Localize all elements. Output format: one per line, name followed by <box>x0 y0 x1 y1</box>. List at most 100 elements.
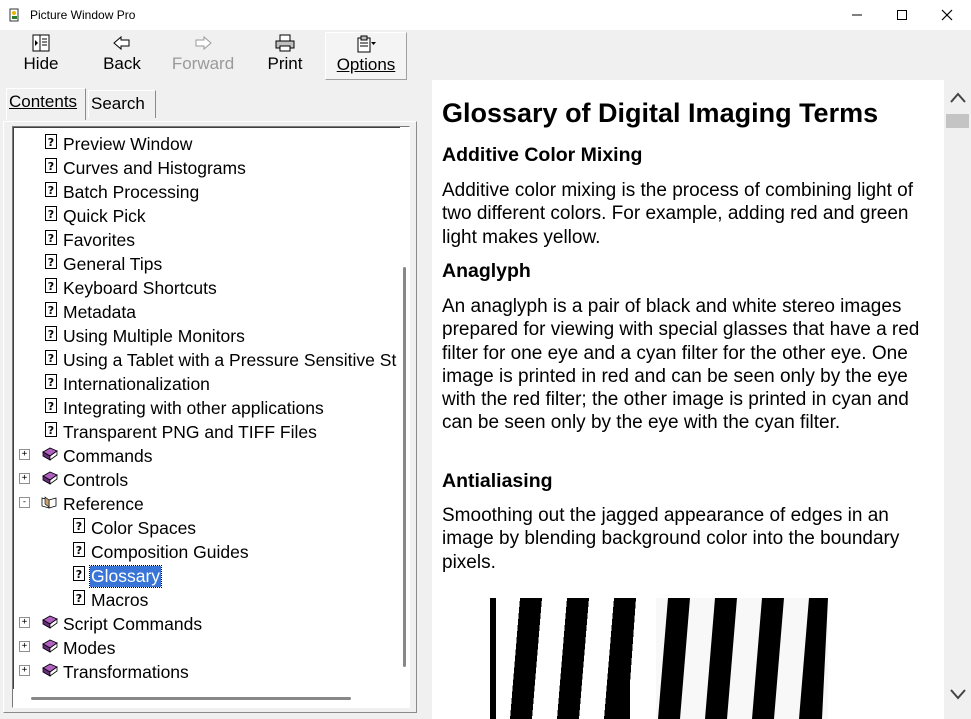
scroll-up-arrow-icon[interactable] <box>948 90 968 106</box>
tree-item-label: Preview Window <box>63 134 193 154</box>
print-button[interactable]: Print <box>257 32 313 78</box>
tree-scroll-thumb[interactable] <box>403 267 406 667</box>
forward-arrow-icon <box>195 35 212 51</box>
options-button[interactable]: Options <box>325 32 407 80</box>
tree-item-label: Internationalization <box>63 374 210 394</box>
term-heading: Anaglyph <box>442 260 531 282</box>
hide-button[interactable]: Hide <box>12 32 70 78</box>
tree-item[interactable]: ? Glossary <box>13 563 399 588</box>
tree-item[interactable]: ? Internationalization <box>13 371 399 395</box>
help-page-icon: ? <box>73 518 85 533</box>
tree-item[interactable]: ? Metadata <box>13 299 399 323</box>
tree-horizontal-scrollbar[interactable] <box>13 689 409 707</box>
help-page-icon: ? <box>45 302 57 317</box>
tree-item-label: Reference <box>63 494 144 514</box>
tree-item[interactable]: - Reference <box>13 491 399 515</box>
open-book-icon <box>41 496 57 509</box>
help-page-icon: ? <box>45 254 57 269</box>
term-definition: An anaglyph is a pair of black and white… <box>442 296 920 434</box>
tree-item[interactable]: ? Transparent PNG and TIFF Files <box>13 419 399 443</box>
tree-item-label: Macros <box>91 590 149 610</box>
tree-item-label: Integrating with other applications <box>63 398 324 418</box>
tree-item[interactable]: ? Keyboard Shortcuts <box>13 275 399 299</box>
help-page-icon: ? <box>45 206 57 221</box>
tree-item-label: Batch Processing <box>63 182 200 202</box>
help-page-icon: ? <box>45 350 57 365</box>
tree-item[interactable]: ? Using Multiple Monitors <box>13 323 399 347</box>
expand-icon[interactable]: + <box>19 449 30 460</box>
tree-item[interactable]: ? Composition Guides <box>13 539 399 563</box>
tree-item-label: Favorites <box>63 230 135 250</box>
tree-item-label: Metadata <box>63 302 136 322</box>
tree-item[interactable]: + Modes <box>13 635 399 659</box>
tree-item[interactable]: ? Curves and Histograms <box>13 155 399 179</box>
tree-item[interactable]: + Script Commands <box>13 611 399 635</box>
tree-item[interactable]: ? Preview Window <box>13 131 399 155</box>
scroll-down-arrow-icon[interactable] <box>948 686 968 702</box>
maximize-icon <box>897 10 907 20</box>
options-icon <box>357 35 376 53</box>
tree-item-label: Using a Tablet with a Pressure Sensitive… <box>63 350 397 370</box>
help-page-icon: ? <box>45 278 57 293</box>
expand-icon[interactable]: + <box>19 617 30 628</box>
help-page-icon: ? <box>45 422 57 437</box>
window-title: Picture Window Pro <box>30 8 136 22</box>
back-button[interactable]: Back <box>92 32 152 78</box>
help-page-icon: ? <box>73 542 85 557</box>
tab-search[interactable]: Search <box>88 90 156 118</box>
page-title: Glossary of Digital Imaging Terms <box>442 98 879 128</box>
tree-item-label: Using Multiple Monitors <box>63 326 245 346</box>
help-page-icon: ? <box>45 182 57 197</box>
tree-item-label: Glossary <box>88 565 163 588</box>
close-button[interactable] <box>924 0 970 30</box>
back-label: Back <box>103 54 141 73</box>
tree-item-label: Composition Guides <box>91 542 249 562</box>
content-vertical-scrollbar[interactable] <box>944 80 971 719</box>
tree-item[interactable]: ? Using a Tablet with a Pressure Sensitiv… <box>13 347 399 371</box>
expand-icon[interactable]: + <box>19 665 30 676</box>
tree-item-label: Keyboard Shortcuts <box>63 278 217 298</box>
tree-item[interactable]: ? Batch Processing <box>13 179 399 203</box>
close-icon <box>941 9 953 21</box>
tree-item-label: Color Spaces <box>91 518 197 538</box>
tree-item[interactable]: + Commands <box>13 443 399 467</box>
tree-item-label: Controls <box>63 470 129 490</box>
hide-label: Hide <box>23 54 59 73</box>
closed-book-icon <box>42 615 58 629</box>
help-page-icon: ? <box>45 230 57 245</box>
aliased-stripes-image <box>490 598 640 719</box>
content-scroll-thumb[interactable] <box>946 114 969 128</box>
help-page-icon: ? <box>45 326 57 341</box>
expand-icon[interactable]: + <box>19 473 30 484</box>
maximize-button[interactable] <box>879 0 925 30</box>
tree-vertical-scrollbar[interactable] <box>400 127 409 687</box>
tree-item[interactable]: + Transformations <box>13 659 399 683</box>
help-page-icon: ? <box>45 398 57 413</box>
tree-item[interactable]: ? General Tips <box>13 251 399 275</box>
tree-item[interactable]: ? Macros <box>13 587 399 611</box>
antialiased-stripes-image <box>656 598 828 719</box>
tree-item[interactable]: ? Integrating with other applications <box>13 395 399 419</box>
back-arrow-icon <box>113 35 130 51</box>
tree-item-label: Modes <box>63 638 116 658</box>
term-heading: Additive Color Mixing <box>442 144 643 166</box>
forward-button[interactable]: Forward <box>165 32 241 78</box>
app-icon <box>9 8 19 22</box>
minimize-button[interactable] <box>834 0 880 30</box>
toolbar: Hide Back Forward Print Options <box>0 30 971 80</box>
tree-hscroll-thumb[interactable] <box>31 697 351 700</box>
tree-item[interactable]: ? Color Spaces <box>13 515 399 539</box>
tab-contents[interactable]: Contents <box>6 88 86 120</box>
tree-item-label: Transformations <box>63 662 189 682</box>
hide-icon <box>32 34 50 52</box>
help-page-icon: ? <box>73 566 85 581</box>
tree-item-label: Commands <box>63 446 153 466</box>
closed-book-icon <box>42 471 58 485</box>
contents-tree[interactable]: ? Preview Window? Curves and Histograms? Ba… <box>12 126 410 708</box>
tree-item[interactable]: + Controls <box>13 467 399 491</box>
expand-icon[interactable]: + <box>19 641 30 652</box>
tab-contents-label: Contents <box>9 92 78 111</box>
tree-item[interactable]: ? Favorites <box>13 227 399 251</box>
tree-item[interactable]: ? Quick Pick <box>13 203 399 227</box>
collapse-icon[interactable]: - <box>19 497 30 508</box>
